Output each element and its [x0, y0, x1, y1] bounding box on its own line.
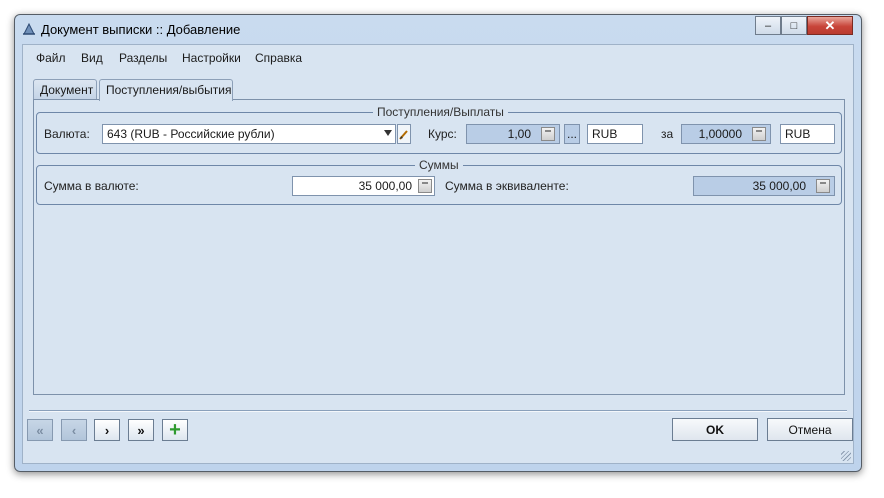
sums-group: Суммы Сумма в валюте: 35 000,00 Сумма в … — [36, 158, 842, 205]
calculator-icon[interactable] — [541, 127, 555, 141]
client-area: Файл Вид Разделы Настройки Справка Докум… — [22, 44, 854, 464]
cancel-label: Отмена — [788, 422, 832, 437]
close-button[interactable]: ✕ — [807, 16, 853, 35]
tab-panel: Поступления/Выплаты Валюта: 643 (RUB - Р… — [33, 99, 845, 395]
currency-select[interactable]: 643 (RUB - Российские рубли) — [102, 124, 396, 144]
payments-group: Поступления/Выплаты Валюта: 643 (RUB - Р… — [36, 105, 842, 154]
menu-sections[interactable]: Разделы — [119, 51, 167, 65]
first-record-button[interactable]: « — [27, 419, 53, 441]
prev-record-button[interactable]: ‹ — [61, 419, 87, 441]
rate-label: Курс: — [428, 127, 457, 141]
rate-ellipsis-button[interactable]: ... — [564, 124, 580, 144]
menu-help[interactable]: Справка — [255, 51, 302, 65]
rate-value: 1,00 — [507, 127, 531, 141]
rate-field[interactable]: 1,00 — [466, 124, 560, 144]
menu-settings[interactable]: Настройки — [182, 51, 241, 65]
per-field[interactable]: 1,00000 — [681, 124, 771, 144]
equivalent-value: 35 000,00 — [752, 179, 806, 193]
maximize-button[interactable]: □ — [781, 16, 807, 35]
add-record-button[interactable]: + — [162, 419, 188, 441]
window-title: Документ выписки :: Добавление — [41, 22, 241, 37]
chevron-down-icon[interactable] — [384, 130, 392, 136]
equivalent-field[interactable]: 35 000,00 — [693, 176, 835, 196]
per-currency-field[interactable]: RUB — [780, 124, 835, 144]
per-value: 1,00000 — [698, 127, 742, 141]
last-record-button[interactable]: » — [128, 419, 154, 441]
equivalent-label: Сумма в эквиваленте: — [445, 179, 569, 193]
resize-grip-icon[interactable] — [841, 451, 851, 461]
calculator-icon[interactable] — [752, 127, 766, 141]
edit-currency-icon[interactable] — [397, 124, 411, 144]
menu-file[interactable]: Файл — [36, 51, 66, 65]
footer-separator — [29, 410, 847, 412]
app-icon — [22, 22, 36, 36]
amount-value: 35 000,00 — [358, 179, 412, 193]
payments-group-title: Поступления/Выплаты — [373, 105, 508, 119]
menu-view[interactable]: Вид — [81, 51, 103, 65]
next-record-button[interactable]: › — [94, 419, 120, 441]
currency-label: Валюта: — [44, 127, 90, 141]
tab-receipts[interactable]: Поступления/выбытия — [99, 79, 233, 101]
calculator-icon[interactable] — [418, 179, 432, 193]
currency-value: 643 (RUB - Российские рубли) — [107, 127, 275, 141]
ok-label: OK — [706, 422, 724, 437]
calculator-icon[interactable] — [816, 179, 830, 193]
cancel-button[interactable]: Отмена — [767, 418, 853, 441]
rate-currency-field[interactable]: RUB — [587, 124, 643, 144]
amount-field[interactable]: 35 000,00 — [292, 176, 435, 196]
minimize-button[interactable]: – — [755, 16, 781, 35]
dialog-window: Документ выписки :: Добавление – □ ✕ Фай… — [14, 14, 862, 472]
ok-button[interactable]: OK — [672, 418, 758, 441]
amount-label: Сумма в валюте: — [44, 179, 139, 193]
sums-group-title: Суммы — [415, 158, 463, 172]
plus-icon: + — [169, 419, 181, 441]
per-label: за — [661, 127, 674, 141]
tab-document[interactable]: Документ — [33, 79, 97, 100]
